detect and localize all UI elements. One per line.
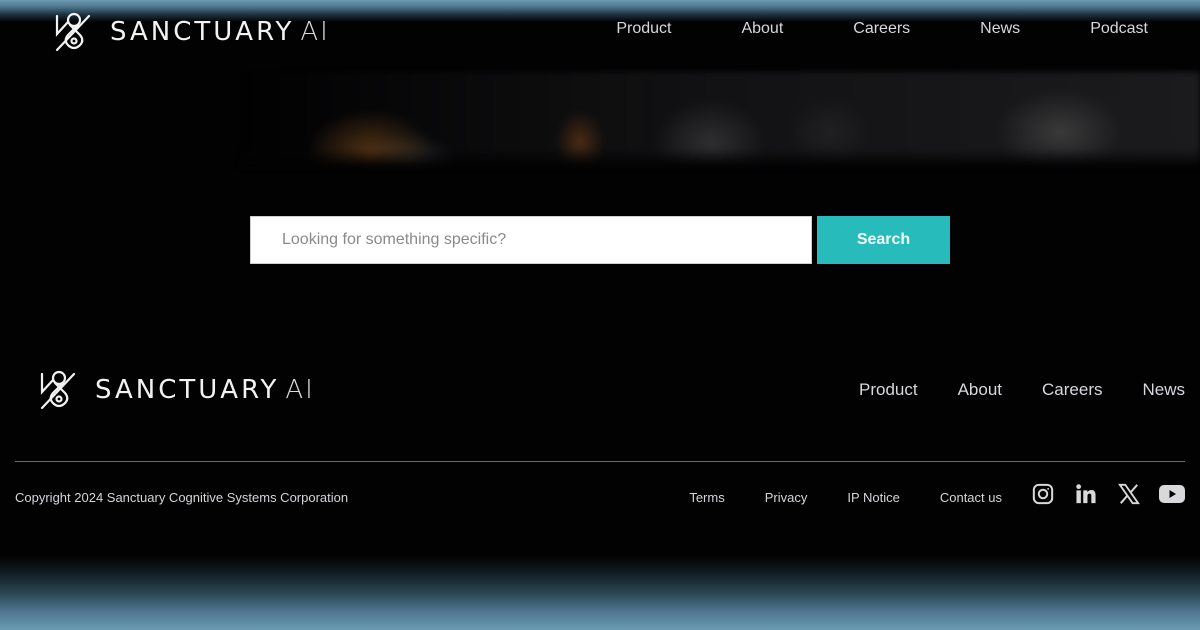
terms-link[interactable]: Terms xyxy=(689,490,724,505)
legal-links: Terms Privacy IP Notice Contact us xyxy=(649,490,1002,505)
header-logo[interactable]: SANCTUARY AI xyxy=(52,10,330,54)
social-links xyxy=(1013,481,1185,507)
hero-banner-image xyxy=(240,72,1200,167)
nav-product[interactable]: Product xyxy=(616,20,671,38)
nav-podcast[interactable]: Podcast xyxy=(1090,20,1148,38)
brand-suffix: AI xyxy=(285,375,315,405)
instagram-icon xyxy=(1032,483,1054,505)
youtube-link[interactable] xyxy=(1159,481,1185,507)
site-header: SANCTUARY AI Product About Careers News P… xyxy=(0,0,1200,64)
footer-nav-careers[interactable]: Careers xyxy=(1042,380,1102,400)
brand-wordmark: SANCTUARY AI xyxy=(95,375,315,405)
search-form: Search xyxy=(250,216,950,264)
x-link[interactable] xyxy=(1116,481,1142,507)
nav-careers[interactable]: Careers xyxy=(853,20,910,38)
linkedin-icon xyxy=(1076,484,1096,504)
nav-news[interactable]: News xyxy=(980,20,1020,38)
x-icon xyxy=(1118,483,1140,505)
copyright-text: Copyright 2024 Sanctuary Cognitive Syste… xyxy=(15,490,349,505)
search-input[interactable] xyxy=(250,216,812,264)
footer-divider xyxy=(15,461,1185,462)
brand-name: SANCTUARY xyxy=(110,17,295,47)
brand-suffix: AI xyxy=(300,17,330,47)
footer-nav-about[interactable]: About xyxy=(958,380,1002,400)
instagram-link[interactable] xyxy=(1030,481,1056,507)
nav-about[interactable]: About xyxy=(741,20,783,38)
footer-nav: Product About Careers News xyxy=(819,380,1185,400)
sanctuary-logo-icon xyxy=(40,370,76,410)
sanctuary-logo-icon xyxy=(55,12,91,52)
contact-us-link[interactable]: Contact us xyxy=(940,490,1002,505)
ip-notice-link[interactable]: IP Notice xyxy=(847,490,900,505)
search-button[interactable]: Search xyxy=(817,216,950,264)
privacy-link[interactable]: Privacy xyxy=(765,490,808,505)
footer-nav-news[interactable]: News xyxy=(1142,380,1185,400)
linkedin-link[interactable] xyxy=(1073,481,1099,507)
youtube-icon xyxy=(1159,485,1185,503)
footer-logo[interactable]: SANCTUARY AI xyxy=(37,368,315,412)
brand-name: SANCTUARY xyxy=(95,375,280,405)
footer-nav-product[interactable]: Product xyxy=(859,380,918,400)
header-nav: Product About Careers News Podcast xyxy=(546,20,1148,38)
brand-wordmark: SANCTUARY AI xyxy=(110,17,330,47)
bottom-gradient-band xyxy=(0,555,1200,630)
